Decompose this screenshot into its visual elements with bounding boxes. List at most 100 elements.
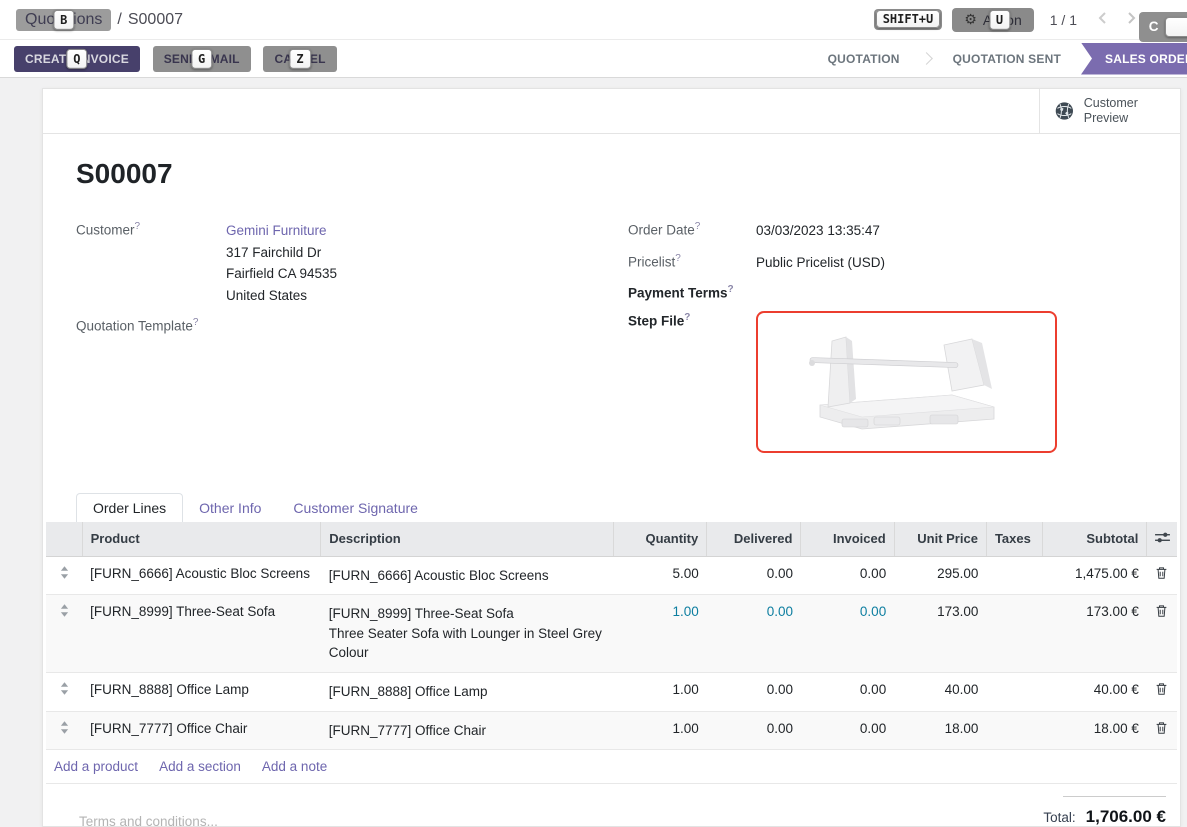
- cell-subtotal: 40.00 €: [1043, 672, 1147, 711]
- table-row[interactable]: [FURN_7777] Office Chair [FURN_7777] Off…: [46, 711, 1177, 750]
- order-date-label: Order Date?: [628, 220, 756, 242]
- delete-row-icon[interactable]: [1147, 711, 1177, 750]
- delete-row-icon[interactable]: [1147, 672, 1177, 711]
- customer-link[interactable]: Gemini Furniture: [226, 223, 327, 238]
- table-row[interactable]: [FURN_8999] Three-Seat Sofa [FURN_8999] …: [46, 595, 1177, 673]
- cell-unit-price[interactable]: 40.00: [894, 672, 986, 711]
- form-sheet: S00007 Customer? Gemini Furniture 317 Fa…: [43, 134, 1180, 827]
- customer-address-line: 317 Fairchild Dr: [226, 242, 337, 264]
- field-quotation-template[interactable]: Quotation Template?: [76, 316, 628, 334]
- terms-and-conditions-input[interactable]: Terms and conditions...: [43, 796, 218, 827]
- add-a-product-link[interactable]: Add a product: [54, 759, 138, 774]
- sale-order-form-card: Customer Preview S00007 Customer? Gemini…: [42, 88, 1181, 827]
- tab-other-info[interactable]: Other Info: [183, 494, 277, 522]
- delete-row-icon[interactable]: [1147, 595, 1177, 673]
- cell-delivered[interactable]: 0.00: [707, 556, 801, 595]
- quotation-template-label: Quotation Template?: [76, 316, 226, 334]
- customer-preview-button[interactable]: Customer Preview: [1039, 89, 1180, 133]
- table-header-row: Product Description Quantity Delivered I…: [46, 522, 1177, 557]
- cell-unit-price[interactable]: 173.00: [894, 595, 986, 673]
- totals-block: Total: 1,706.00 €: [1063, 796, 1166, 827]
- cell-quantity[interactable]: 1.00: [613, 711, 706, 750]
- status-quotation[interactable]: QUOTATION: [808, 52, 920, 66]
- action-status-bar: CREATE INVOICE Q SEND EMAIL G CANCEL Z Q…: [0, 40, 1187, 78]
- top-navigation-bar: Quotations B / S00007 SHIFT+U ⚙ Action U…: [0, 0, 1187, 40]
- table-row[interactable]: [FURN_8888] Office Lamp [FURN_8888] Offi…: [46, 672, 1177, 711]
- drag-handle-icon[interactable]: [46, 556, 82, 595]
- status-quotation-sent[interactable]: QUOTATION SENT: [933, 52, 1081, 66]
- payment-terms-label: Payment Terms?: [628, 283, 756, 301]
- optional-columns-button[interactable]: [1147, 522, 1177, 557]
- status-sales-order[interactable]: SALES ORDER: [1081, 43, 1187, 75]
- cell-taxes[interactable]: [986, 595, 1042, 673]
- breadcrumb-current: S00007: [128, 11, 183, 29]
- cell-description[interactable]: [FURN_7777] Office Chair: [321, 711, 614, 750]
- column-delivered[interactable]: Delivered: [707, 522, 801, 557]
- column-subtotal[interactable]: Subtotal: [1043, 522, 1147, 557]
- step-file-3d-model: [802, 327, 1012, 437]
- cell-description[interactable]: [FURN_8888] Office Lamp: [321, 672, 614, 711]
- cell-taxes[interactable]: [986, 672, 1042, 711]
- breadcrumb-quotations[interactable]: Quotations B: [16, 9, 111, 31]
- pricelist-value[interactable]: Public Pricelist (USD): [756, 252, 885, 274]
- cell-quantity[interactable]: 1.00: [613, 672, 706, 711]
- hint-key-cutoff: [1165, 17, 1187, 37]
- cell-delivered[interactable]: 0.00: [707, 711, 801, 750]
- statusbar: QUOTATION QUOTATION SENT SALES ORDER: [808, 40, 1187, 78]
- cell-description[interactable]: [FURN_8999] Three-Seat Sofa Three Seater…: [321, 595, 614, 673]
- order-date-value[interactable]: 03/03/2023 13:35:47: [756, 220, 880, 242]
- cell-quantity[interactable]: 5.00: [613, 556, 706, 595]
- card-header: Customer Preview: [43, 89, 1180, 134]
- table-row[interactable]: [FURN_6666] Acoustic Bloc Screens [FURN_…: [46, 556, 1177, 595]
- tab-order-lines[interactable]: Order Lines: [76, 493, 183, 522]
- column-invoiced[interactable]: Invoiced: [801, 522, 894, 557]
- customer-label: Customer?: [76, 220, 226, 306]
- action-menu-button[interactable]: ⚙ Action U: [952, 8, 1033, 32]
- cell-invoiced[interactable]: 0.00: [801, 556, 894, 595]
- delete-row-icon[interactable]: [1147, 556, 1177, 595]
- pager-next-icon[interactable]: [1127, 11, 1137, 28]
- drag-handle-icon[interactable]: [46, 672, 82, 711]
- column-product[interactable]: Product: [82, 522, 321, 557]
- cell-delivered[interactable]: 0.00: [707, 672, 801, 711]
- column-unit-price[interactable]: Unit Price: [894, 522, 986, 557]
- cell-description[interactable]: [FURN_6666] Acoustic Bloc Screens: [321, 556, 614, 595]
- cell-product[interactable]: [FURN_8999] Three-Seat Sofa: [82, 595, 321, 673]
- cell-product[interactable]: [FURN_8888] Office Lamp: [82, 672, 321, 711]
- cell-taxes[interactable]: [986, 556, 1042, 595]
- notebook-tabs: Order Lines Other Info Customer Signatur…: [43, 491, 1180, 522]
- tab-customer-signature[interactable]: Customer Signature: [277, 494, 434, 522]
- cell-invoiced[interactable]: 0.00: [801, 711, 894, 750]
- cell-quantity[interactable]: 1.00: [613, 595, 706, 673]
- cell-product[interactable]: [FURN_7777] Office Chair: [82, 711, 321, 750]
- cell-product[interactable]: [FURN_6666] Acoustic Bloc Screens: [82, 556, 321, 595]
- hint-key-send-email: G: [191, 48, 212, 68]
- cell-invoiced[interactable]: 0.00: [801, 672, 894, 711]
- customer-address-line: Fairfield CA 94535: [226, 263, 337, 285]
- customer-preview-label: Customer Preview: [1084, 96, 1180, 126]
- add-a-note-link[interactable]: Add a note: [262, 759, 327, 774]
- cancel-button[interactable]: CANCEL Z: [263, 46, 336, 72]
- cutoff-create-button[interactable]: C: [1139, 12, 1187, 42]
- column-description[interactable]: Description: [321, 522, 614, 557]
- cell-invoiced[interactable]: 0.00: [801, 595, 894, 673]
- drag-handle-icon[interactable]: [46, 711, 82, 750]
- cell-taxes[interactable]: [986, 711, 1042, 750]
- cell-unit-price[interactable]: 295.00: [894, 556, 986, 595]
- pricelist-label: Pricelist?: [628, 252, 756, 274]
- help-marker: ?: [728, 284, 734, 295]
- add-a-section-link[interactable]: Add a section: [159, 759, 241, 774]
- pager-previous-icon[interactable]: [1097, 11, 1107, 28]
- breadcrumb: Quotations B / S00007: [16, 9, 183, 31]
- step-file-image[interactable]: [756, 311, 1057, 453]
- drag-handle-icon[interactable]: [46, 595, 82, 673]
- hint-key-action: U: [989, 9, 1010, 29]
- field-step-file: Step File?: [628, 311, 1160, 453]
- cell-unit-price[interactable]: 18.00: [894, 711, 986, 750]
- cell-delivered[interactable]: 0.00: [707, 595, 801, 673]
- step-file-label: Step File?: [628, 311, 756, 453]
- create-invoice-button[interactable]: CREATE INVOICE Q: [14, 46, 140, 72]
- column-taxes[interactable]: Taxes: [986, 522, 1042, 557]
- send-email-button[interactable]: SEND EMAIL G: [153, 46, 251, 72]
- column-quantity[interactable]: Quantity: [613, 522, 706, 557]
